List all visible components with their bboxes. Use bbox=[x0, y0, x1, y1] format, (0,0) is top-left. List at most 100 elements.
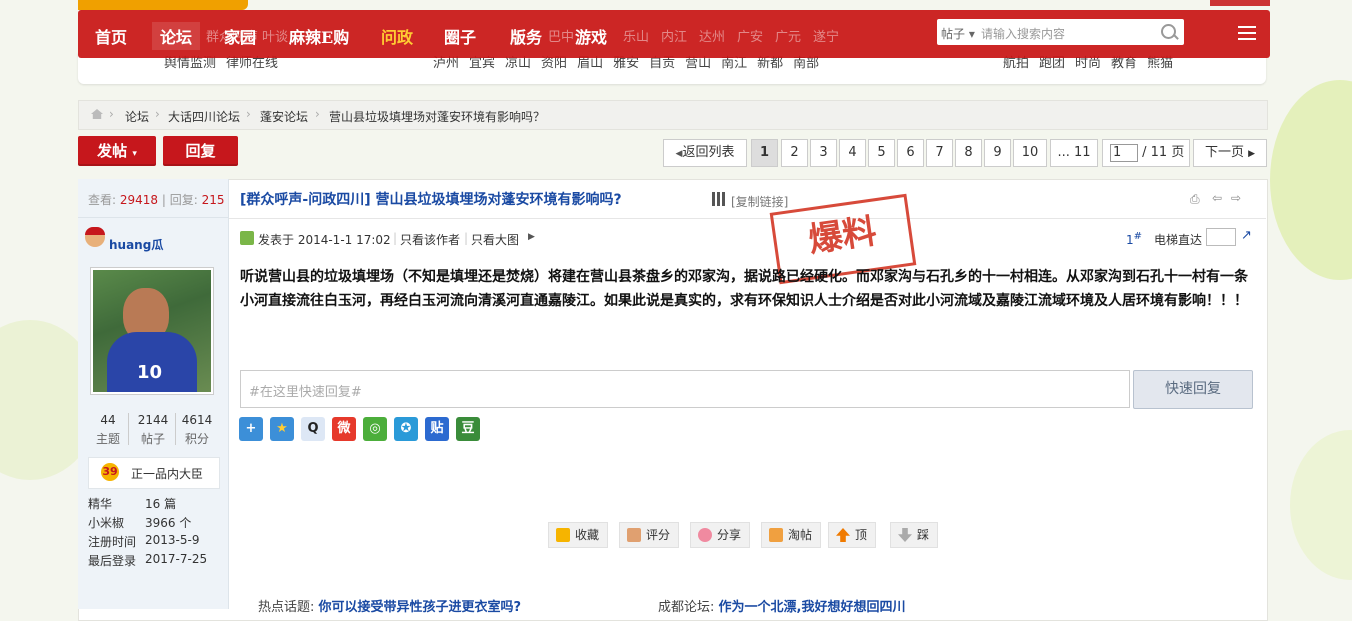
search-icon[interactable] bbox=[1161, 24, 1176, 39]
sub-link[interactable]: 律师在线 bbox=[226, 56, 278, 71]
background-decoration bbox=[1270, 80, 1352, 280]
author-sidebar: 查看: 29418 | 回复: 215 huang瓜 10 44 主题 2144 帖… bbox=[78, 179, 229, 609]
only-author-link[interactable]: 只看该作者 bbox=[400, 231, 460, 248]
search-scope-select[interactable]: 帖子 ▾ bbox=[941, 25, 975, 42]
tieba-icon[interactable]: 贴 bbox=[425, 417, 449, 441]
ghost-link: 内江 bbox=[661, 30, 688, 45]
page-link[interactable]: 5 bbox=[868, 139, 895, 167]
downvote-button[interactable]: 踩 bbox=[890, 522, 939, 548]
wechat-icon[interactable]: ◎ bbox=[363, 417, 387, 441]
quick-reply-button[interactable]: 快速回复 bbox=[1133, 370, 1253, 409]
sub-link[interactable]: 熊猫 bbox=[1147, 56, 1173, 71]
breadcrumb-item[interactable]: 大话四川论坛 bbox=[168, 108, 240, 125]
qzone-icon[interactable]: ✪ bbox=[394, 417, 418, 441]
nav-item-wenzheng[interactable]: 问政 bbox=[381, 24, 413, 48]
page-link[interactable]: 2 bbox=[781, 139, 808, 167]
home-icon[interactable] bbox=[91, 109, 103, 119]
nav-item-games[interactable]: 游戏 bbox=[575, 24, 607, 48]
page-jump-input[interactable]: 1 bbox=[1110, 143, 1138, 162]
only-image-link[interactable]: 只看大图 bbox=[471, 231, 519, 248]
sub-link[interactable]: 眉山 bbox=[577, 56, 603, 71]
star-icon[interactable]: ★ bbox=[270, 417, 294, 441]
menu-icon[interactable] bbox=[1238, 26, 1256, 40]
page-link[interactable]: 6 bbox=[897, 139, 924, 167]
plus-icon[interactable]: + bbox=[239, 417, 263, 441]
thread-stats: 查看: 29418 | 回复: 215 bbox=[88, 193, 225, 207]
breadcrumb-item-current[interactable]: 营山县垃圾填埋场对蓬安环境有影响吗？ bbox=[329, 108, 545, 125]
quick-reply-input[interactable]: #在这里快速回复# bbox=[240, 370, 1130, 408]
expand-icon[interactable]: ▶ bbox=[528, 232, 535, 242]
floor-jump-input[interactable] bbox=[1206, 228, 1236, 246]
author-name[interactable]: huang瓜 bbox=[109, 236, 163, 253]
nav-item-home[interactable]: 首页 bbox=[95, 24, 127, 48]
back-to-list-button[interactable]: ◀返回列表 bbox=[663, 139, 747, 167]
online-status-icon bbox=[240, 231, 254, 245]
sub-link[interactable]: 自贡 bbox=[649, 56, 675, 71]
page-link-current[interactable]: 1 bbox=[751, 139, 778, 167]
search-input[interactable]: 请输入搜索内容 bbox=[981, 25, 1065, 42]
search-box[interactable]: 帖子 ▾ 请输入搜索内容 bbox=[937, 19, 1184, 45]
sub-link[interactable]: 舆情监测 bbox=[164, 56, 216, 71]
sub-link[interactable]: 跑团 bbox=[1039, 56, 1065, 71]
reply-button[interactable]: 回复 bbox=[163, 136, 238, 166]
sub-link[interactable]: 航拍 bbox=[1003, 56, 1029, 71]
jump-go-icon[interactable]: ↗ bbox=[1241, 228, 1252, 243]
sub-link[interactable]: 教育 bbox=[1111, 56, 1137, 71]
weibo-icon[interactable]: 微 bbox=[332, 417, 356, 441]
page-link-last[interactable]: ... 11 bbox=[1050, 139, 1098, 167]
nav-item-home-space[interactable]: 家园 bbox=[224, 24, 256, 48]
page-link[interactable]: 3 bbox=[810, 139, 837, 167]
qrcode-icon[interactable] bbox=[712, 192, 726, 206]
page-link[interactable]: 7 bbox=[926, 139, 953, 167]
douban-icon[interactable]: 豆 bbox=[456, 417, 480, 441]
hot-topic-left[interactable]: 热点话题: 你可以接受带异性孩子进更衣室吗? bbox=[258, 596, 521, 615]
nav-item-circle[interactable]: 圈子 bbox=[444, 24, 476, 48]
breadcrumb: › 论坛 › 大话四川论坛 › 蓬安论坛 › 营山县垃圾填埋场对蓬安环境有影响吗… bbox=[78, 100, 1268, 130]
hot-topic-right[interactable]: 成都论坛: 作为一个北漂,我好想好想回四川 bbox=[658, 596, 905, 615]
sub-link[interactable]: 宜宾 bbox=[469, 56, 495, 71]
nav-item-admin[interactable]: 版务 bbox=[510, 24, 542, 48]
author-detail-value: 2013-5-9 bbox=[145, 533, 200, 547]
breadcrumb-item[interactable]: 论坛 bbox=[125, 108, 149, 125]
page-link[interactable]: 9 bbox=[984, 139, 1011, 167]
sub-link[interactable]: 南江 bbox=[721, 56, 747, 71]
site-logo[interactable] bbox=[78, 0, 248, 10]
rank-title: 正一品内大臣 bbox=[131, 467, 204, 481]
copy-link[interactable]: [复制链接] bbox=[731, 193, 788, 210]
sub-link[interactable]: 资阳 bbox=[541, 56, 567, 71]
upvote-button[interactable]: 顶 bbox=[828, 522, 877, 548]
page-link[interactable]: 4 bbox=[839, 139, 866, 167]
floor-number: 1# bbox=[1126, 231, 1143, 247]
author-detail: 注册时间 bbox=[88, 535, 137, 549]
breadcrumb-item[interactable]: 蓬安论坛 bbox=[260, 108, 308, 125]
sub-link[interactable]: 泸州 bbox=[433, 56, 459, 71]
favorite-icon bbox=[556, 528, 570, 542]
sub-link[interactable]: 南部 bbox=[793, 56, 819, 71]
sub-link[interactable]: 营山 bbox=[685, 56, 711, 71]
next-thread-icon[interactable]: ⇨ bbox=[1231, 191, 1241, 205]
sub-link[interactable]: 雅安 bbox=[613, 56, 639, 71]
floor-jump-label: 电梯直达 bbox=[1154, 233, 1203, 247]
ghost-link: 遂宁 bbox=[813, 30, 840, 45]
favorite-button[interactable]: 收藏 bbox=[548, 522, 609, 548]
next-page-button[interactable]: 下一页 ▶ bbox=[1193, 139, 1267, 167]
collect-button[interactable]: 淘帖 bbox=[761, 522, 822, 548]
author-detail: 精华 bbox=[88, 497, 113, 511]
new-post-button[interactable]: 发帖 ▾ bbox=[78, 136, 156, 166]
page-link[interactable]: 10 bbox=[1013, 139, 1047, 167]
nav-item-forum[interactable]: 论坛 bbox=[152, 22, 201, 50]
nav-item-shop[interactable]: 麻辣E购 bbox=[289, 24, 349, 48]
avatar[interactable]: 10 bbox=[90, 267, 214, 395]
prev-thread-icon[interactable]: ⇦ bbox=[1212, 191, 1222, 205]
ghost-link: 乐山 bbox=[623, 30, 650, 45]
page-link[interactable]: 8 bbox=[955, 139, 982, 167]
qq-icon[interactable]: Q bbox=[301, 417, 325, 441]
author-detail-value: 2017-7-25 bbox=[145, 552, 208, 566]
share-button[interactable]: 分享 bbox=[690, 522, 751, 548]
user-icon bbox=[85, 227, 105, 247]
sub-link[interactable]: 新都 bbox=[757, 56, 783, 71]
sub-link[interactable]: 时尚 bbox=[1075, 56, 1101, 71]
rate-button[interactable]: 评分 bbox=[619, 522, 680, 548]
sub-link[interactable]: 凉山 bbox=[505, 56, 531, 71]
print-icon[interactable]: ⎙ bbox=[1190, 192, 1200, 207]
